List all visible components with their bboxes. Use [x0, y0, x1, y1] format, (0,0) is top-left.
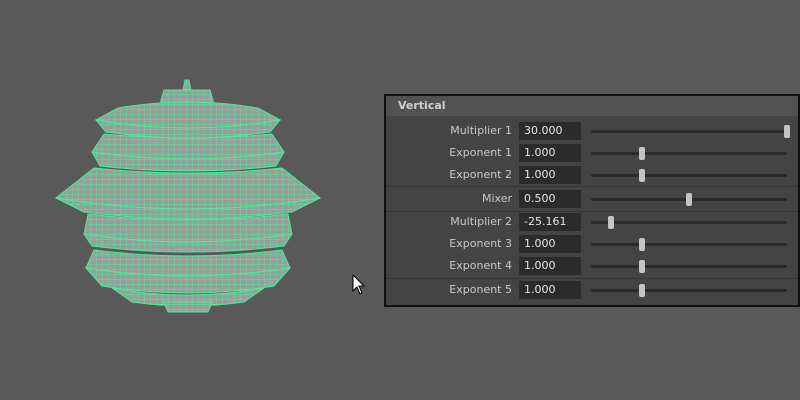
attr-label: Exponent 4 — [449, 259, 512, 272]
exponent-2-slider[interactable] — [591, 169, 787, 182]
exponent-1-slider[interactable] — [591, 147, 787, 160]
slider-thumb[interactable] — [638, 169, 645, 182]
attr-label: Exponent 5 — [449, 283, 512, 296]
attr-row-exponent-5: Exponent 5 — [386, 279, 798, 301]
exponent-5-slider[interactable] — [591, 284, 787, 297]
attr-row-exponent-4: Exponent 4 — [386, 255, 798, 277]
attr-label: Mixer — [481, 192, 512, 205]
exponent-5-field[interactable] — [519, 281, 581, 299]
slider-thumb[interactable] — [638, 260, 645, 273]
multiplier-1-slider[interactable] — [591, 125, 790, 138]
slider-thumb[interactable] — [607, 216, 614, 229]
attr-label: Exponent 3 — [449, 237, 512, 250]
multiplier-2-slider[interactable] — [591, 216, 787, 229]
slider-thumb[interactable] — [638, 238, 645, 251]
exponent-3-slider[interactable] — [591, 238, 787, 251]
exponent-2-field[interactable] — [519, 166, 581, 184]
multiplier-2-field[interactable] — [519, 213, 581, 231]
attr-row-exponent-3: Exponent 3 — [386, 233, 798, 255]
attribute-panel: Vertical Multiplier 1 Exponent 1 Exponen… — [384, 94, 800, 307]
exponent-4-slider[interactable] — [591, 260, 787, 273]
attr-row-mixer: Mixer — [386, 188, 798, 210]
attr-row-multiplier-2: Multiplier 2 — [386, 211, 798, 233]
attr-row-exponent-2: Exponent 2 — [386, 164, 798, 186]
exponent-1-field[interactable] — [519, 144, 581, 162]
mixer-slider[interactable] — [591, 193, 787, 206]
slider-thumb[interactable] — [638, 284, 645, 297]
row-divider — [386, 186, 798, 187]
wireframe-mesh[interactable] — [48, 74, 328, 318]
slider-thumb[interactable] — [784, 125, 790, 138]
slider-thumb[interactable] — [638, 147, 645, 160]
attr-label: Multiplier 1 — [450, 124, 512, 137]
attr-row-exponent-1: Exponent 1 — [386, 142, 798, 164]
slider-thumb[interactable] — [686, 193, 692, 206]
panel-header-vertical[interactable]: Vertical — [386, 96, 798, 116]
mixer-field[interactable] — [519, 190, 581, 208]
attr-label: Multiplier 2 — [450, 215, 512, 228]
attr-label: Exponent 2 — [449, 168, 512, 181]
attr-label: Exponent 1 — [449, 146, 512, 159]
exponent-3-field[interactable] — [519, 235, 581, 253]
exponent-4-field[interactable] — [519, 257, 581, 275]
mouse-pointer-icon — [352, 274, 366, 295]
multiplier-1-field[interactable] — [519, 122, 581, 140]
attr-row-multiplier-1: Multiplier 1 — [386, 120, 798, 142]
